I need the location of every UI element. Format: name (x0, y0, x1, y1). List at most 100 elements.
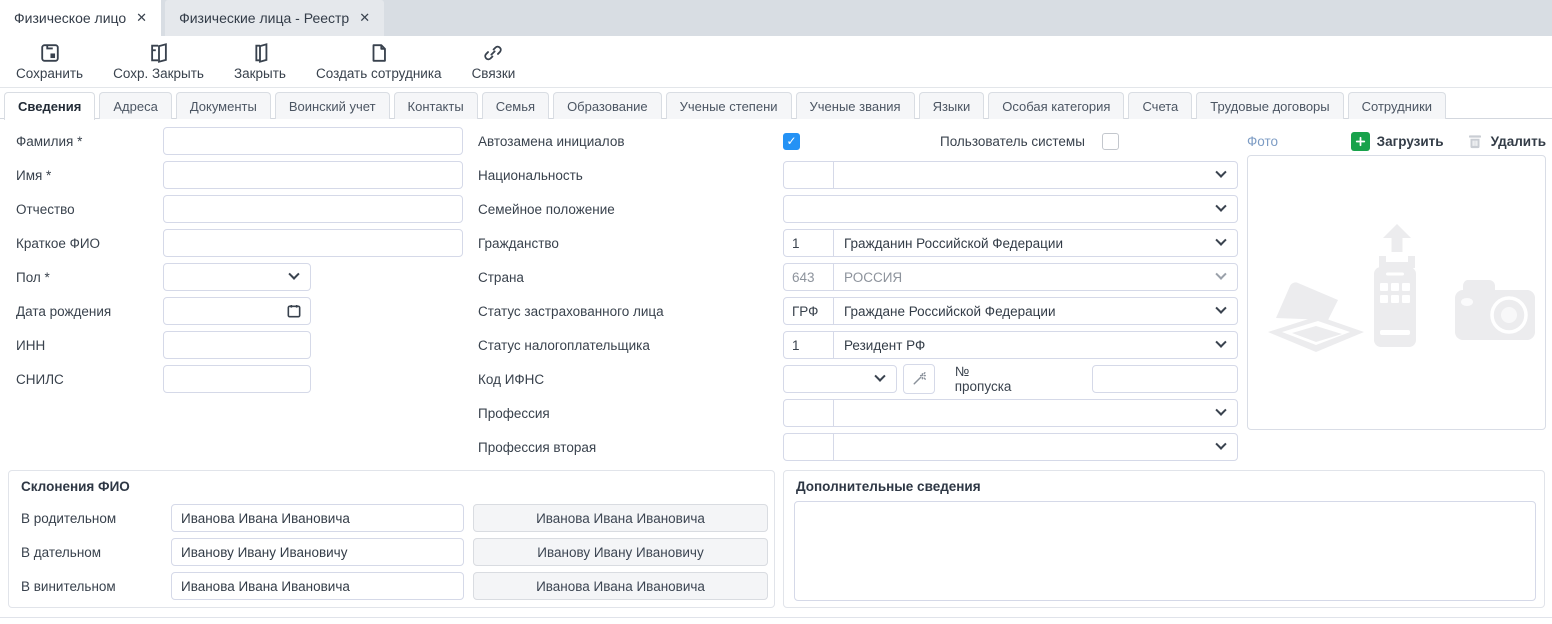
name-input[interactable] (163, 161, 463, 189)
taxpayer-status-label: Статус налогоплательщика (478, 338, 783, 353)
birth-date-input[interactable] (163, 297, 311, 325)
additional-info-title: Дополнительные сведения (796, 479, 981, 494)
create-employee-button[interactable]: Создать сотрудника (310, 40, 448, 83)
field-insured-status: Статус застрахованного лица ГРФ Граждане… (478, 297, 1238, 325)
declension-row-genitive: В родительном Иванова Ивана Ивановича (9, 504, 774, 532)
field-citizenship: Гражданство 1 Гражданин Российской Федер… (478, 229, 1238, 257)
ifns-code-select[interactable] (783, 365, 897, 393)
tab-voinskiy-uchet[interactable]: Воинский учет (275, 92, 390, 119)
window-tab-label: Физические лица - Реестр (179, 10, 349, 26)
name-label: Имя * (16, 168, 163, 183)
insured-status-select[interactable]: ГРФ Граждане Российской Федерации (783, 297, 1238, 325)
taxpayer-status-value: Резидент РФ (834, 338, 1217, 353)
window-tab-registry[interactable]: Физические лица - Реестр ✕ (165, 0, 384, 36)
save-button[interactable]: Сохранить (10, 40, 89, 83)
window-tab-strip: Физическое лицо ✕ Физические лица - Реес… (0, 0, 1552, 36)
door-icon (249, 42, 271, 64)
inn-label: ИНН (16, 338, 163, 353)
declensions-panel: Склонения ФИО В родительном Иванова Иван… (8, 470, 775, 608)
ifns-code-label: Код ИФНС (478, 372, 783, 387)
close-icon[interactable]: ✕ (359, 10, 370, 26)
surname-input[interactable] (163, 127, 463, 155)
tab-kontakty[interactable]: Контакты (394, 92, 478, 119)
photo-upload-button[interactable]: Загрузить (1351, 132, 1444, 151)
birth-date-label: Дата рождения (16, 304, 163, 319)
tab-obrazovanie[interactable]: Образование (553, 92, 662, 119)
check-icon: ✓ (786, 135, 796, 147)
tab-uchenye-zvaniya[interactable]: Ученые звания (796, 92, 915, 119)
photo-delete-button[interactable]: Удалить (1466, 132, 1546, 150)
declension-genitive-suggestion-button[interactable]: Иванова Ивана Ивановича (473, 504, 768, 532)
tab-adresa[interactable]: Адреса (99, 92, 171, 119)
citizenship-code: 1 (784, 230, 834, 256)
short-fio-input[interactable] (163, 229, 463, 257)
field-surname: Фамилия * (16, 127, 463, 155)
calendar-icon[interactable] (286, 303, 302, 319)
declension-accusative-suggestion-button[interactable]: Иванова Ивана Ивановича (473, 572, 768, 600)
marital-status-select[interactable] (783, 195, 1238, 223)
magic-wand-icon (910, 371, 927, 388)
scanner-icon (1266, 274, 1366, 364)
window-tab-person[interactable]: Физическое лицо ✕ (0, 0, 161, 36)
field-ifns-code: Код ИФНС № пропуска (478, 365, 1238, 393)
insured-status-value: Граждане Российской Федерации (834, 304, 1217, 319)
citizenship-select[interactable]: 1 Гражданин Российской Федерации (783, 229, 1238, 257)
chevron-down-icon (1215, 167, 1226, 178)
chevron-down-icon (1215, 405, 1226, 416)
citizenship-value: Гражданин Российской Федерации (834, 236, 1217, 251)
country-select: 643 РОССИЯ (783, 263, 1238, 291)
toolbar: Сохранить Сохр. Закрыть Закрыть Создать … (0, 36, 1552, 88)
declension-label: В винительном (21, 579, 116, 594)
tab-scheta[interactable]: Счета (1128, 92, 1192, 119)
declension-row-dative: В дательном Иванову Ивану Ивановичу (9, 538, 774, 566)
profession-select[interactable] (783, 399, 1238, 427)
declension-dative-input[interactable] (171, 538, 464, 566)
form-tab-bar: Сведения Адреса Документы Воинский учет … (4, 92, 1446, 120)
photo-dropzone[interactable] (1247, 155, 1546, 430)
declension-dative-suggestion-button[interactable]: Иванову Ивану Ивановичу (473, 538, 768, 566)
app-window: Физическое лицо ✕ Физические лица - Реес… (0, 0, 1552, 624)
document-icon (368, 42, 390, 64)
snils-input[interactable] (163, 365, 311, 393)
field-profession: Профессия (478, 399, 1238, 427)
taxpayer-status-select[interactable]: 1 Резидент РФ (783, 331, 1238, 359)
field-nationality: Национальность (478, 161, 1238, 189)
inn-input[interactable] (163, 331, 311, 359)
auto-initials-checkbox[interactable]: ✓ (783, 133, 800, 150)
nationality-label: Национальность (478, 168, 783, 183)
country-label: Страна (478, 270, 783, 285)
tab-uchenye-stepeni[interactable]: Ученые степени (666, 92, 792, 119)
system-user-checkbox[interactable] (1102, 133, 1119, 150)
tab-trudovye-dogovory[interactable]: Трудовые договоры (1196, 92, 1343, 119)
close-icon[interactable]: ✕ (136, 10, 147, 26)
gender-select[interactable] (163, 263, 311, 291)
tab-semya[interactable]: Семья (482, 92, 549, 119)
tab-yazyki[interactable]: Языки (919, 92, 985, 119)
gender-label: Пол * (16, 270, 163, 285)
surname-label: Фамилия * (16, 134, 163, 149)
save-close-icon (148, 42, 170, 64)
links-button[interactable]: Связки (466, 40, 522, 83)
field-birth-date: Дата рождения (16, 297, 311, 325)
additional-info-textarea[interactable] (794, 501, 1536, 601)
patronymic-input[interactable] (163, 195, 463, 223)
close-button[interactable]: Закрыть (228, 40, 292, 83)
autofill-wand-button[interactable] (903, 364, 935, 394)
tab-dokumenty[interactable]: Документы (176, 92, 271, 119)
declension-genitive-input[interactable] (171, 504, 464, 532)
insured-status-code: ГРФ (784, 298, 834, 324)
profession-second-label: Профессия вторая (478, 440, 783, 455)
field-gender: Пол * (16, 263, 311, 291)
tab-svedeniya[interactable]: Сведения (4, 92, 95, 120)
tab-osobaya-kategoriya[interactable]: Особая категория (988, 92, 1124, 119)
nationality-select[interactable] (783, 161, 1238, 189)
trash-icon (1466, 132, 1484, 150)
profession-second-select[interactable] (783, 433, 1238, 461)
pass-number-input[interactable] (1092, 365, 1238, 393)
chevron-down-icon (1215, 337, 1226, 348)
declension-accusative-input[interactable] (171, 572, 464, 600)
tab-sotrudniki[interactable]: Сотрудники (1348, 92, 1446, 119)
save-close-button[interactable]: Сохр. Закрыть (107, 40, 210, 83)
link-icon (482, 42, 504, 64)
field-country: Страна 643 РОССИЯ (478, 263, 1238, 291)
